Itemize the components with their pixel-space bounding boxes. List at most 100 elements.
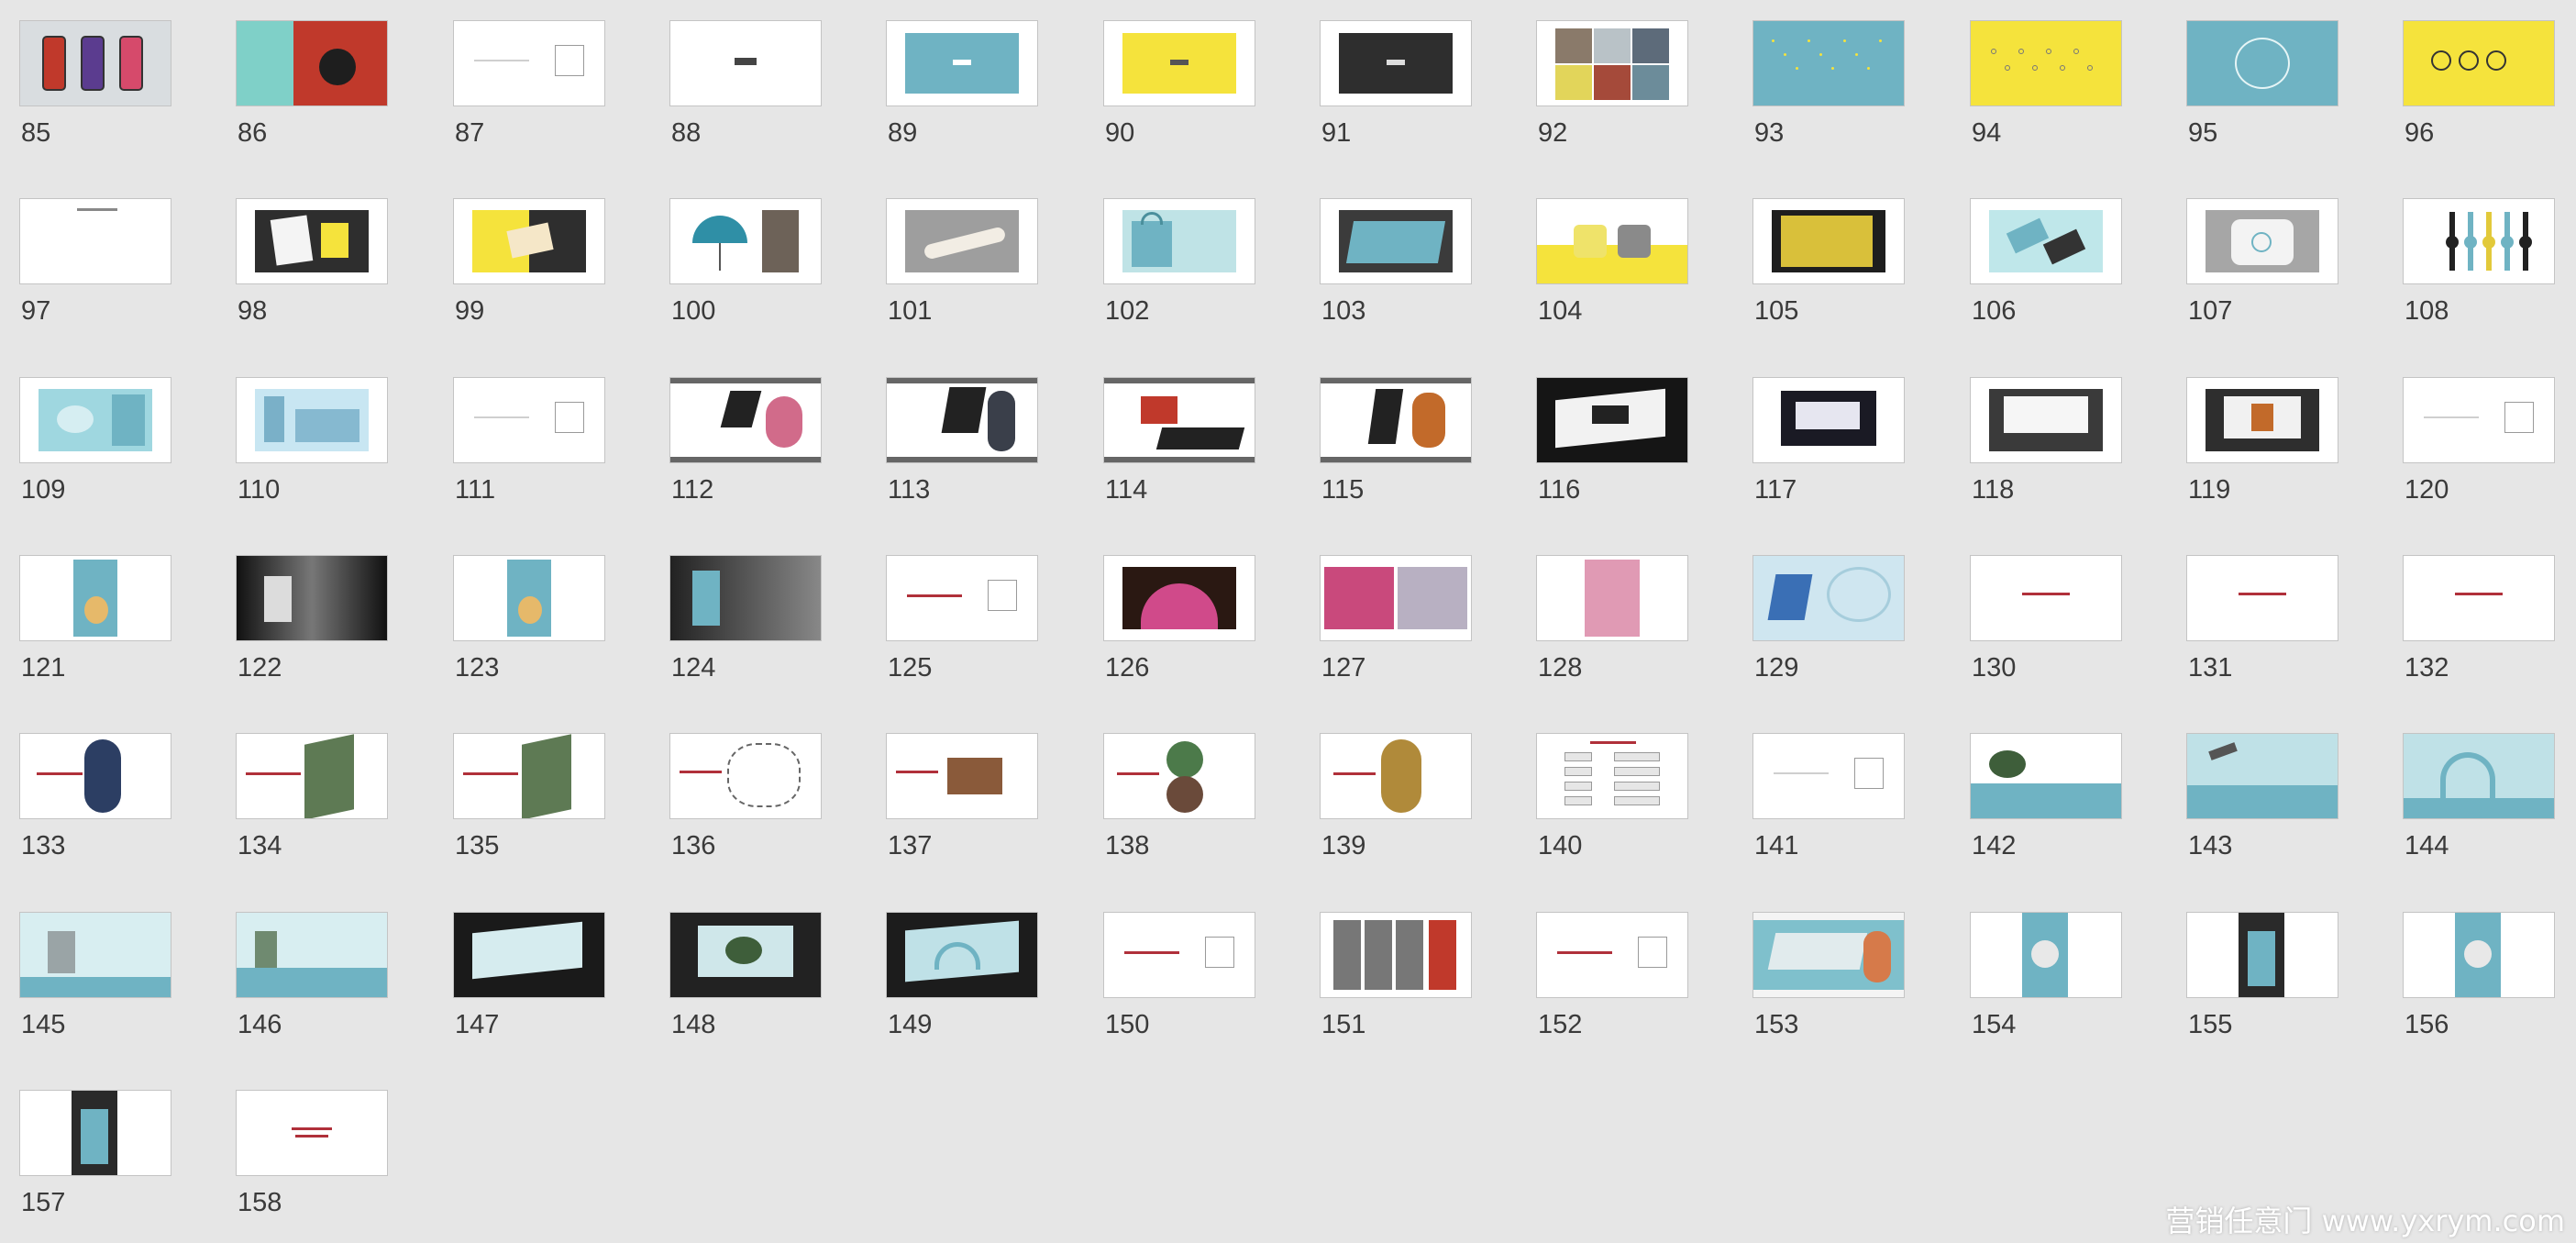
slide-thumbnail-147[interactable]: 147 [453,912,605,1040]
slide-thumbnail-135[interactable]: 135 [453,733,605,861]
slide-thumbnail-133[interactable]: 133 [19,733,171,861]
vertical-poster-thumbnail[interactable] [19,1090,171,1176]
slide-thumbnail-110[interactable]: 110 [236,377,388,505]
cushion-thumbnail[interactable] [2186,198,2338,284]
slide-thumbnail-92[interactable]: 92 [1536,20,1688,149]
facade-thumbnail[interactable] [453,733,605,819]
slide-thumbnail-138[interactable]: 138 [1103,733,1255,861]
vertical-poster-thumbnail[interactable] [453,555,605,641]
billboard-thumbnail[interactable] [1536,377,1688,463]
slide-thumbnail-140[interactable]: 140 [1536,733,1688,861]
slide-thumbnail-155[interactable]: 155 [2186,912,2338,1040]
slide-thumbnail-137[interactable]: 137 [886,733,1038,861]
slide-thumbnail-107[interactable]: 107 [2186,198,2338,327]
teal-landscape-thumbnail[interactable] [19,912,171,998]
slide-thumbnail-113[interactable]: 113 [886,377,1038,505]
stationery-thumbnail[interactable] [236,198,388,284]
umbrella-thumbnail[interactable] [669,198,822,284]
slide-thumbnail-97[interactable]: 97 [19,198,171,327]
text-slide-thumbnail[interactable] [19,198,171,284]
teal-landscape-thumbnail[interactable] [236,912,388,998]
slide-thumbnail-132[interactable]: 132 [2403,555,2555,683]
slide-thumbnail-139[interactable]: 139 [1320,733,1472,861]
text-slide-thumbnail[interactable] [2403,555,2555,641]
teal-landscape-thumbnail[interactable] [1970,733,2122,819]
slide-thumbnail-150[interactable]: 150 [1103,912,1255,1040]
slide-thumbnail-99[interactable]: 99 [453,198,605,327]
slide-thumbnail-100[interactable]: 100 [669,198,822,327]
slide-thumbnail-108[interactable]: 108 [2403,198,2555,327]
slide-thumbnail-141[interactable]: 141 [1752,733,1905,861]
yellow-icons-thumbnail[interactable] [2403,20,2555,106]
slide-thumbnail-118[interactable]: 118 [1970,377,2122,505]
teal-pattern-thumbnail[interactable] [1752,20,1905,106]
pink-collage-thumbnail[interactable] [1320,555,1472,641]
slide-thumbnail-85[interactable]: 85 [19,20,171,149]
slide-thumbnail-143[interactable]: 143 [2186,733,2338,861]
vertical-poster-thumbnail[interactable] [2403,912,2555,998]
slide-thumbnail-122[interactable]: 122 [236,555,388,683]
circle-photo-thumbnail[interactable] [1103,733,1255,819]
slide-thumbnail-145[interactable]: 145 [19,912,171,1040]
billboard-thumbnail[interactable] [2186,377,2338,463]
slide-thumbnail-120[interactable]: 120 [2403,377,2555,505]
slide-thumbnail-134[interactable]: 134 [236,733,388,861]
vertical-poster-thumbnail[interactable] [19,555,171,641]
slide-thumbnail-149[interactable]: 149 [886,912,1038,1040]
pattern-thumbnail[interactable] [1752,555,1905,641]
slide-thumbnail-91[interactable]: 91 [1320,20,1472,149]
slide-thumbnail-151[interactable]: 151 [1320,912,1472,1040]
sketch-thumbnail[interactable] [669,733,822,819]
poster-thumbnail[interactable] [1103,377,1255,463]
slide-thumbnail-104[interactable]: 104 [1536,198,1688,327]
gift-box-thumbnail[interactable] [1320,198,1472,284]
business-card-thumbnail[interactable] [1970,198,2122,284]
dome-thumbnail[interactable] [1103,555,1255,641]
tote-bag-thumbnail[interactable] [1103,198,1255,284]
portrait-thumbnail[interactable] [1536,555,1688,641]
slide-thumbnail-111[interactable]: 111 [453,377,605,505]
diagram-thumbnail[interactable] [1536,733,1688,819]
billboard-thumbnail[interactable] [669,912,822,998]
slide-thumbnail-93[interactable]: 93 [1752,20,1905,149]
slide-thumbnail-112[interactable]: 112 [669,377,822,505]
subway-thumbnail[interactable] [236,555,388,641]
yellow-logo-thumbnail[interactable] [1103,20,1255,106]
slide-thumbnail-89[interactable]: 89 [886,20,1038,149]
pillow-thumbnail[interactable] [1536,198,1688,284]
slide-thumbnail-154[interactable]: 154 [1970,912,2122,1040]
teal-lineart-thumbnail[interactable] [2186,20,2338,106]
slide-thumbnail-146[interactable]: 146 [236,912,388,1040]
text-slide-thumbnail[interactable] [1970,555,2122,641]
billboard-thumbnail[interactable] [1752,377,1905,463]
notebook-thumbnail[interactable] [1752,198,1905,284]
slide-thumbnail-115[interactable]: 115 [1320,377,1472,505]
slide-thumbnail-88[interactable]: 88 [669,20,822,149]
slide-thumbnail-127[interactable]: 127 [1320,555,1472,683]
text-slide-thumbnail[interactable] [1752,733,1905,819]
slide-thumbnail-124[interactable]: 124 [669,555,822,683]
slide-thumbnail-95[interactable]: 95 [2186,20,2338,149]
slide-thumbnail-126[interactable]: 126 [1103,555,1255,683]
collage-thumbnail[interactable] [236,20,388,106]
text-slide-thumbnail[interactable] [453,20,605,106]
slide-thumbnail-98[interactable]: 98 [236,198,388,327]
panels-thumbnail[interactable] [1320,912,1472,998]
interior-thumbnail[interactable] [886,733,1038,819]
slide-thumbnail-87[interactable]: 87 [453,20,605,149]
text-slide-thumbnail[interactable] [453,377,605,463]
yellow-pattern-thumbnail[interactable] [1970,20,2122,106]
poster-thumbnail[interactable] [1320,377,1472,463]
slide-thumbnail-158[interactable]: 158 [236,1090,388,1218]
photo-collage-thumbnail[interactable] [1536,20,1688,106]
slide-thumbnail-103[interactable]: 103 [1320,198,1472,327]
teal-mockup-thumbnail[interactable] [19,377,171,463]
vertical-poster-thumbnail[interactable] [1970,912,2122,998]
slide-thumbnail-144[interactable]: 144 [2403,733,2555,861]
text-slide-thumbnail[interactable] [2186,555,2338,641]
slide-thumbnail-153[interactable]: 153 [1752,912,1905,1040]
blue-mockup-thumbnail[interactable] [236,377,388,463]
watch-thumbnail[interactable] [2403,198,2555,284]
teal-landscape-thumbnail[interactable] [2403,733,2555,819]
text-slide-thumbnail[interactable] [2403,377,2555,463]
